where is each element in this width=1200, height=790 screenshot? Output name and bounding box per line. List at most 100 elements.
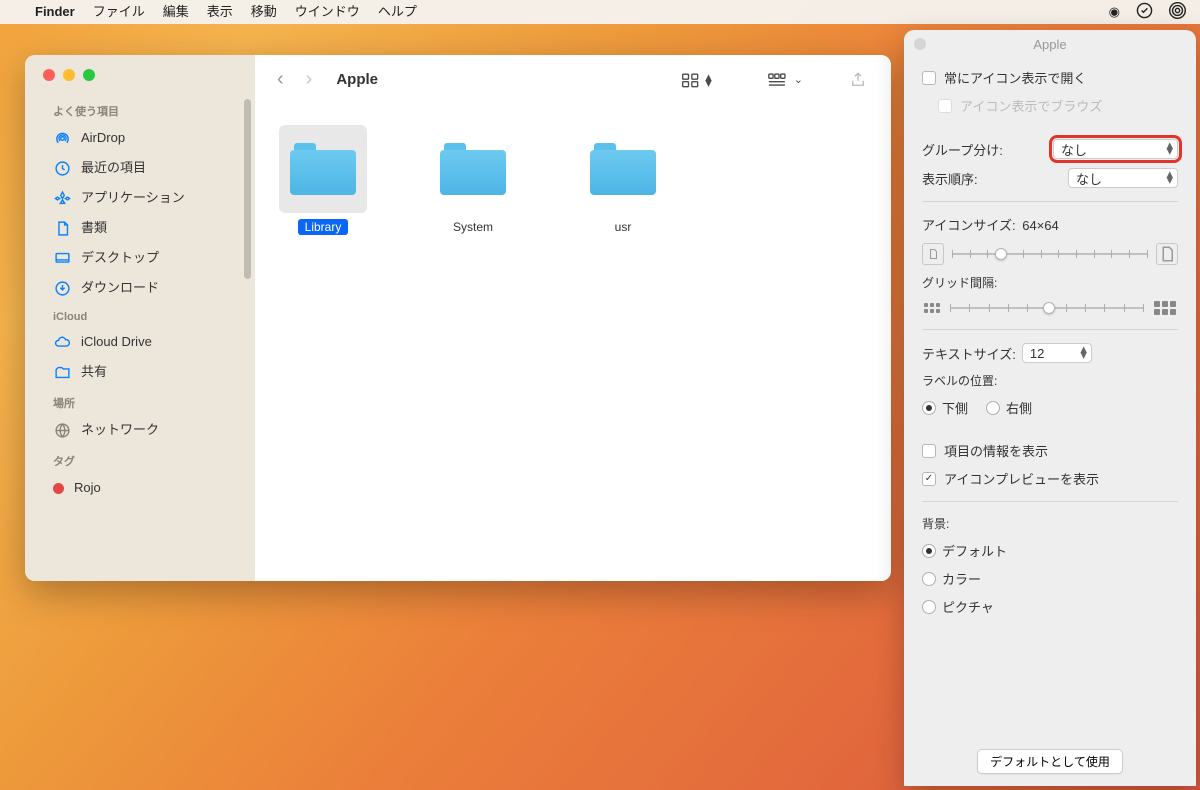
airdrop-icon[interactable] [1169, 2, 1186, 22]
close-button[interactable] [43, 69, 55, 81]
menu-go[interactable]: 移動 [242, 0, 286, 24]
label-pos-right-radio[interactable]: 右側 [986, 398, 1032, 417]
grid-spacing-label: グリッド間隔: [922, 274, 1178, 291]
folder-library[interactable]: Library [273, 125, 373, 235]
airdrop-icon [53, 129, 71, 147]
group-by-row: グループ分け: なし ▴▾ [922, 139, 1178, 159]
menu-finder[interactable]: Finder [26, 0, 84, 24]
finder-sidebar: よく使う項目 AirDrop 最近の項目 アプリケーション 書類 デスクトップ [25, 55, 255, 581]
menu-edit[interactable]: 編集 [154, 0, 198, 24]
sidebar-item-icloud-drive[interactable]: iCloud Drive [25, 327, 255, 357]
text-size-select[interactable]: 12 ▴▾ [1022, 343, 1092, 363]
finder-window: よく使う項目 AirDrop 最近の項目 アプリケーション 書類 デスクトップ [25, 55, 891, 581]
shared-folder-icon [53, 363, 71, 381]
menu-view[interactable]: 表示 [198, 0, 242, 24]
sidebar-item-recents[interactable]: 最近の項目 [25, 153, 255, 183]
sidebar-item-label: デスクトップ [81, 247, 159, 269]
icon-size-label: アイコンサイズ: [922, 218, 1016, 233]
screen-record-icon[interactable]: ◉ [1109, 4, 1120, 20]
clock-icon [53, 159, 71, 177]
radio-label: デフォルト [942, 541, 1007, 560]
folder-system[interactable]: System [423, 125, 523, 235]
folder-icon [290, 143, 356, 195]
show-item-info-checkbox[interactable]: 項目の情報を表示 [922, 441, 1178, 460]
background-label: 背景: [922, 515, 1178, 532]
panel-titlebar: Apple [904, 30, 1196, 58]
menubar: Finder ファイル 編集 表示 移動 ウインドウ ヘルプ ◉ [0, 0, 1200, 24]
checkbox-icon [922, 444, 936, 458]
checkbox-label: 常にアイコン表示で開く [944, 68, 1086, 87]
sidebar-item-label: 書類 [81, 217, 107, 239]
zoom-button[interactable] [83, 69, 95, 81]
bg-color-radio[interactable]: カラー [922, 569, 1178, 588]
sidebar-item-applications[interactable]: アプリケーション [25, 183, 255, 213]
finder-main: ‹ › Apple ▴▾ ⌄ Library System [255, 55, 891, 581]
show-icon-preview-checkbox[interactable]: ✓ アイコンプレビューを表示 [922, 469, 1178, 488]
group-by-label: グループ分け: [922, 140, 1003, 159]
finder-toolbar: ‹ › Apple ▴▾ ⌄ [255, 55, 891, 105]
icon-size-slider[interactable] [952, 246, 1148, 262]
sidebar-item-tag-rojo[interactable]: Rojo [25, 473, 255, 503]
large-file-icon [1156, 243, 1178, 265]
sidebar-item-desktop[interactable]: デスクトップ [25, 243, 255, 273]
forward-button[interactable]: › [302, 68, 317, 91]
sidebar-item-downloads[interactable]: ダウンロード [25, 273, 255, 303]
radio-icon [922, 572, 936, 586]
sidebar-item-label: 共有 [81, 361, 107, 383]
label-pos-bottom-radio[interactable]: 下側 [922, 398, 968, 417]
sidebar-item-label: iCloud Drive [81, 331, 152, 353]
radio-label: 右側 [1006, 398, 1032, 417]
minimize-button[interactable] [63, 69, 75, 81]
sidebar-item-network[interactable]: ネットワーク [25, 415, 255, 445]
sidebar-section-header: 場所 [25, 387, 255, 415]
sidebar-item-label: アプリケーション [81, 187, 185, 209]
group-by-select[interactable]: なし ▴▾ [1053, 139, 1178, 159]
checkbox-label: アイコンプレビューを表示 [944, 469, 1099, 488]
sidebar-item-airdrop[interactable]: AirDrop [25, 123, 255, 153]
back-button[interactable]: ‹ [273, 68, 288, 91]
radio-icon [922, 401, 936, 415]
folder-label: System [446, 219, 500, 235]
checklist-icon[interactable] [1136, 2, 1153, 22]
menu-window[interactable]: ウインドウ [286, 0, 369, 24]
sidebar-item-shared[interactable]: 共有 [25, 357, 255, 387]
sidebar-section-header: よく使う項目 [25, 95, 255, 123]
text-size-row: テキストサイズ: 12 ▴▾ [922, 343, 1178, 363]
small-file-icon [922, 243, 944, 265]
chevron-updown-icon: ▴▾ [1166, 171, 1173, 183]
sidebar-item-label: ネットワーク [81, 419, 159, 441]
close-button[interactable] [914, 38, 926, 50]
menu-help[interactable]: ヘルプ [369, 0, 426, 24]
view-mode-button[interactable]: ▴▾ [675, 72, 718, 88]
select-value: 12 [1030, 346, 1044, 361]
chevron-updown-icon: ▴▾ [1080, 346, 1087, 358]
checkbox-icon [938, 99, 952, 113]
use-as-defaults-button[interactable]: デフォルトとして使用 [977, 749, 1123, 774]
checkbox-label: アイコン表示でブラウズ [960, 96, 1102, 115]
sort-by-select[interactable]: なし ▴▾ [1068, 168, 1178, 188]
divider [922, 329, 1178, 330]
bg-picture-radio[interactable]: ピクチャ [922, 597, 1178, 616]
file-area[interactable]: Library System usr [255, 105, 891, 581]
share-button[interactable] [843, 71, 873, 89]
sidebar-item-documents[interactable]: 書類 [25, 213, 255, 243]
radio-label: ピクチャ [942, 597, 994, 616]
grid-spacing-slider[interactable] [950, 300, 1144, 316]
text-size-label: テキストサイズ: [922, 344, 1016, 363]
folder-usr[interactable]: usr [573, 125, 673, 235]
bg-default-radio[interactable]: デフォルト [922, 541, 1178, 560]
radio-icon [922, 600, 936, 614]
always-icon-checkbox[interactable]: 常にアイコン表示で開く [922, 68, 1178, 87]
menu-file[interactable]: ファイル [84, 0, 154, 24]
window-controls [25, 69, 255, 95]
radio-label: 下側 [942, 398, 968, 417]
panel-title: Apple [1033, 37, 1066, 52]
wide-grid-icon [1152, 301, 1178, 315]
tag-dot-icon [53, 483, 64, 494]
checkbox-label: 項目の情報を表示 [944, 441, 1048, 460]
network-icon [53, 421, 71, 439]
radio-icon [922, 544, 936, 558]
group-mode-button[interactable]: ⌄ [762, 72, 809, 88]
select-value: なし [1061, 140, 1087, 159]
desktop-icon [53, 249, 71, 267]
